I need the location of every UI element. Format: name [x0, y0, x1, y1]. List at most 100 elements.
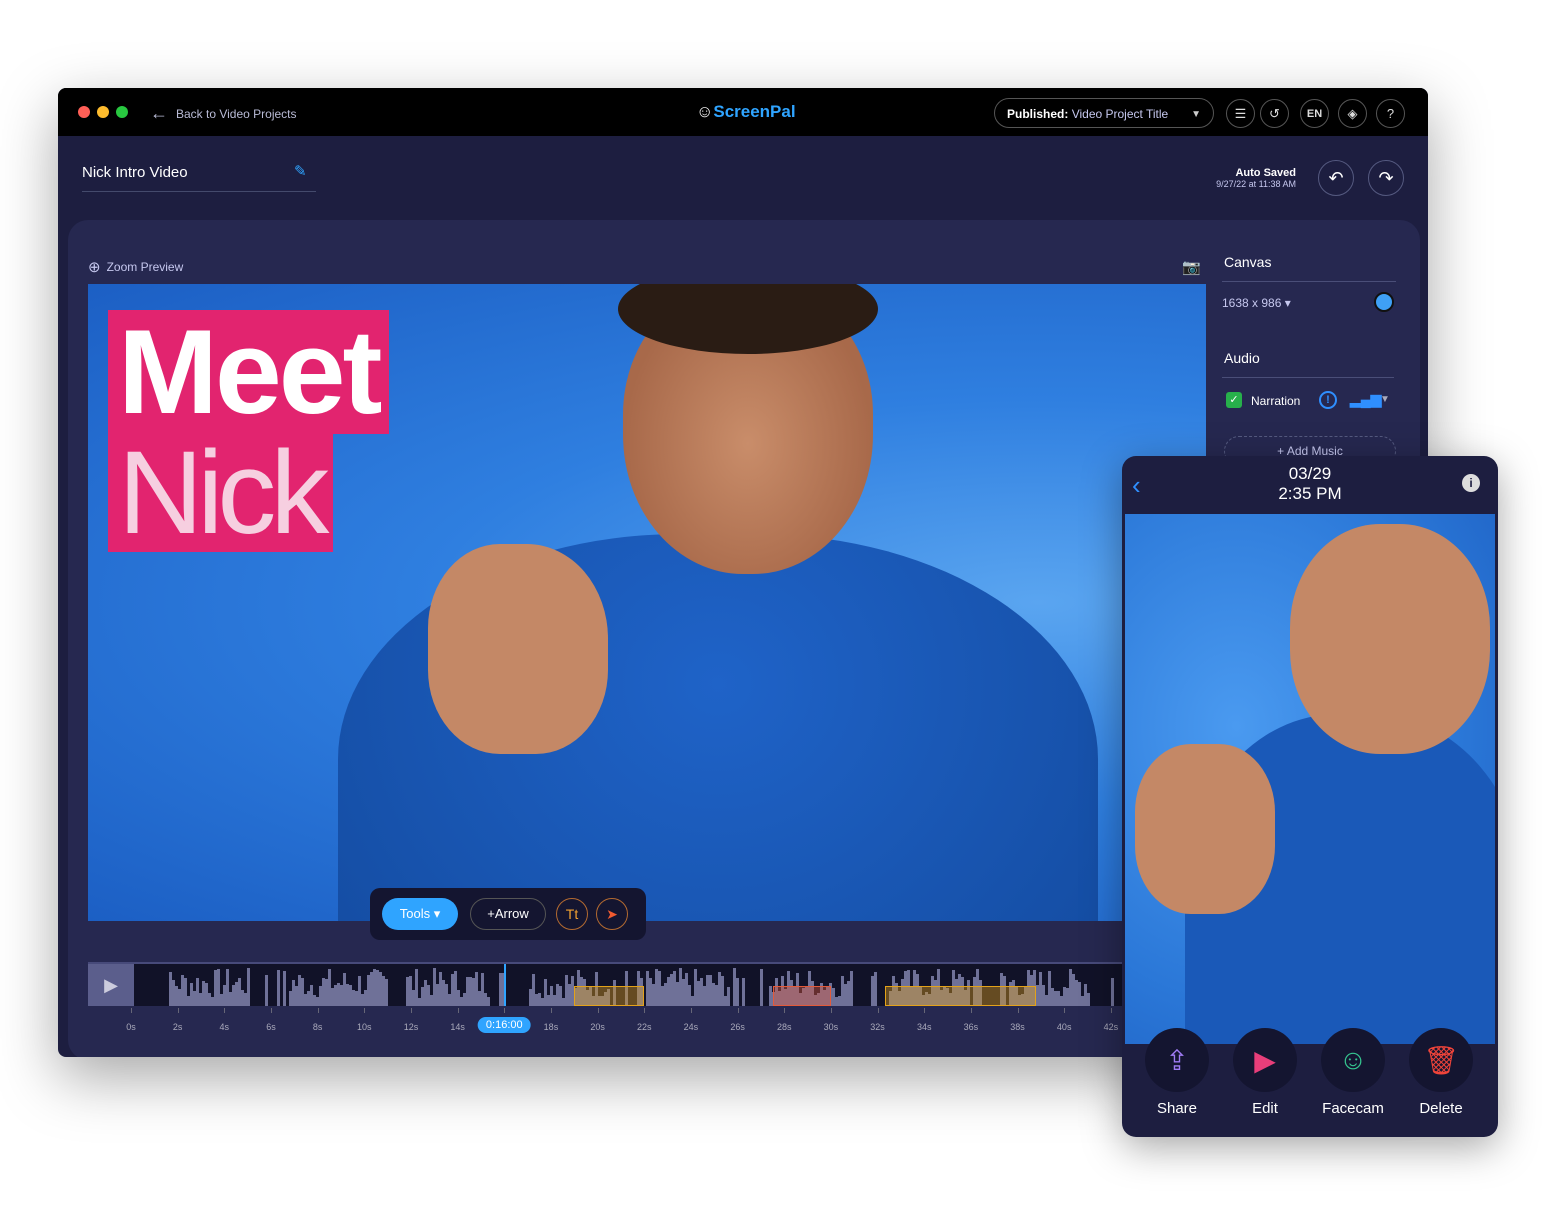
recording-datetime: 03/29 2:35 PM — [1122, 464, 1498, 504]
title-bar: ← Back to Video Projects ☺ScreenPal Publi… — [58, 88, 1428, 136]
action-label: Share — [1156, 1100, 1198, 1117]
logo-text: ScreenPal — [713, 102, 796, 121]
tick-mark — [784, 1008, 786, 1013]
info-icon[interactable]: i — [1462, 474, 1480, 492]
person-thumb — [1135, 744, 1275, 914]
edit-name-icon[interactable]: ✎ — [294, 162, 307, 180]
timeline-clip[interactable] — [574, 986, 645, 1006]
waveform-bar — [487, 996, 490, 1006]
facecam-icon: ☺ — [1321, 1028, 1385, 1092]
overlay-text-meet[interactable]: Meet — [108, 310, 390, 434]
playhead-time: 0:16:00 — [477, 1017, 531, 1033]
divider — [1222, 281, 1396, 282]
tick-mark — [877, 1008, 879, 1013]
tick-mark — [131, 1008, 132, 1013]
tick-mark — [224, 1008, 226, 1013]
caret-down-icon[interactable]: ▼ — [1380, 394, 1390, 405]
tools-button[interactable]: Tools ▾ — [382, 898, 458, 930]
tick-label: 40s — [1056, 1022, 1072, 1032]
waveform-bar — [1087, 993, 1090, 1006]
recording-thumbnail[interactable] — [1125, 514, 1495, 1044]
delete-button[interactable]: 🗑 Delete — [1406, 1028, 1476, 1117]
person-head — [1290, 524, 1490, 754]
tick-label: 30s — [823, 1022, 839, 1032]
alert-icon[interactable]: ! — [1319, 391, 1337, 409]
tick-mark — [1017, 1008, 1019, 1013]
play-button[interactable]: ▶ — [88, 964, 134, 1006]
checklist-icon[interactable]: ☰ — [1226, 99, 1255, 128]
minimize-window-button[interactable] — [97, 106, 109, 118]
tick-label: 34s — [916, 1022, 932, 1032]
action-label: Delete — [1419, 1100, 1463, 1117]
tick-label: 32s — [870, 1022, 885, 1032]
trash-icon: 🗑 — [1409, 1028, 1473, 1092]
action-label: Facecam — [1322, 1100, 1384, 1117]
annotation-toolbar: Tools ▾ +Arrow Tt ➤ — [370, 888, 646, 940]
timeline-clip[interactable] — [884, 986, 1037, 1006]
timeline-track[interactable]: ▶ — [88, 962, 1128, 1006]
redo-icon[interactable]: ↷ — [1368, 160, 1404, 196]
text-tool-icon[interactable]: Tt — [556, 898, 588, 930]
tick-label: 38s — [1010, 1022, 1025, 1032]
arrow-left-icon: ← — [150, 103, 168, 123]
edit-clapper-icon: ▶ — [1233, 1028, 1297, 1092]
tick-label: 12s — [403, 1022, 419, 1032]
tick-mark — [1064, 1008, 1066, 1013]
maximize-window-button[interactable] — [116, 106, 128, 118]
narration-checkbox[interactable]: ✓ — [1226, 392, 1242, 408]
canvas-color-swatch[interactable] — [1374, 292, 1394, 312]
recording-date: 03/29 — [1288, 464, 1332, 483]
zoom-preview-label: Zoom Preview — [106, 260, 184, 274]
timeline-clip[interactable] — [772, 986, 831, 1006]
layers-icon[interactable]: ◈ — [1338, 99, 1367, 128]
tick-label: 6s — [266, 1022, 276, 1032]
tick-mark — [970, 1008, 972, 1013]
tick-mark — [830, 1008, 832, 1013]
waveform-bar — [736, 978, 739, 1006]
tick-mark — [597, 1008, 599, 1013]
project-name[interactable]: Nick Intro Video — [82, 164, 316, 192]
waveform-bar — [277, 970, 280, 1006]
playhead[interactable] — [504, 964, 507, 1006]
language-button[interactable]: EN — [1300, 99, 1329, 128]
divider — [1222, 377, 1394, 378]
tick-mark — [317, 1008, 319, 1013]
waveform-bar — [283, 971, 286, 1006]
help-button[interactable]: ? — [1376, 99, 1405, 128]
tick-label: 18s — [543, 1022, 559, 1032]
cursor-tool-icon[interactable]: ➤ — [596, 898, 628, 930]
back-label: Back to Video Projects — [176, 106, 297, 121]
audio-heading: Audio — [1224, 350, 1260, 366]
tick-mark — [270, 1008, 272, 1013]
tick-mark — [690, 1008, 692, 1013]
published-label: Published: — [1007, 107, 1069, 121]
mobile-panel: ‹ 03/29 2:35 PM i ⇪ Share ▶ Edit ☺ Facecam 🗑 Del… — [1122, 456, 1498, 1137]
undo-icon[interactable]: ↶ — [1318, 160, 1354, 196]
overlay-text-nick[interactable]: Nick — [108, 434, 334, 552]
waveform-bar — [385, 978, 388, 1006]
tick-mark — [737, 1008, 739, 1013]
autosave-time: 9/27/22 at 11:38 AM — [1216, 179, 1296, 189]
waveform-bar — [247, 968, 250, 1006]
tick-label: 10s — [357, 1022, 372, 1032]
close-window-button[interactable] — [78, 106, 90, 118]
camera-icon[interactable]: 📷 — [1182, 258, 1201, 276]
facecam-button[interactable]: ☺ Facecam — [1318, 1028, 1388, 1117]
history-icon[interactable]: ↺ — [1260, 99, 1289, 128]
canvas-size-dropdown[interactable]: 1638 x 986 ▾ — [1222, 296, 1291, 310]
edit-button[interactable]: ▶ Edit — [1230, 1028, 1300, 1117]
waveform-bar — [874, 972, 877, 1006]
waveform-bar — [727, 986, 730, 1006]
back-link[interactable]: ← Back to Video Projects — [150, 103, 297, 124]
video-preview[interactable]: Meet Nick — [88, 284, 1206, 921]
share-button[interactable]: ⇪ Share — [1142, 1028, 1212, 1117]
tick-mark — [410, 1008, 412, 1013]
tick-mark — [1110, 1008, 1112, 1013]
published-dropdown[interactable]: Published: Video Project Title ▼ — [994, 98, 1214, 128]
zoom-preview-button[interactable]: ⊕ Zoom Preview — [88, 258, 183, 276]
action-label: Edit — [1252, 1100, 1278, 1117]
add-arrow-button[interactable]: +Arrow — [470, 898, 546, 930]
volume-bars-icon[interactable]: ▂▄▆ — [1350, 391, 1381, 408]
waveform-bar — [265, 974, 268, 1006]
canvas-heading: Canvas — [1224, 254, 1272, 270]
